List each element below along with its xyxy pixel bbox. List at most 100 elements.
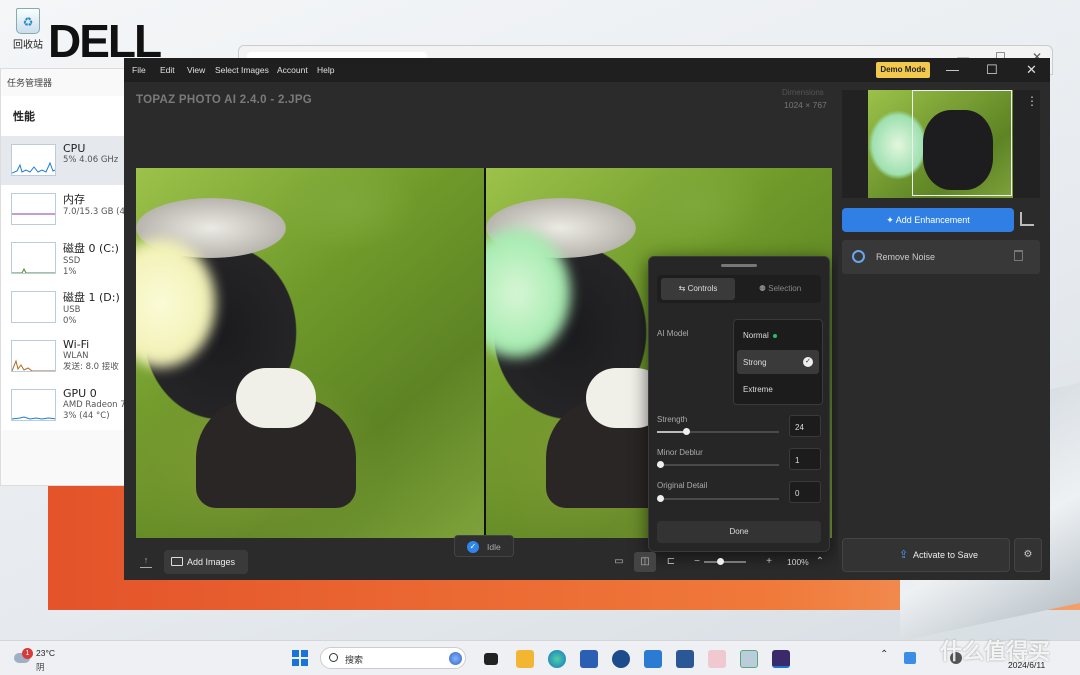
- item-detail: 1%: [63, 267, 77, 277]
- item-detail: WLAN: [63, 351, 89, 361]
- model-option-normal[interactable]: Normal: [737, 323, 819, 347]
- save-settings-icon[interactable]: ⚙: [1014, 538, 1042, 572]
- item-name: 磁盘 1 (D:): [63, 291, 120, 304]
- start-tile: [301, 659, 308, 666]
- ai-model-label: AI Model: [657, 329, 689, 338]
- performance-heading: 性能: [1, 96, 129, 136]
- add-images-label: Add Images: [187, 557, 236, 567]
- original-detail-input[interactable]: 0: [789, 481, 821, 503]
- performance-item[interactable]: GPU 0AMD Radeon 780M3% (44 °C): [1, 381, 129, 430]
- recycle-bin[interactable]: ♻ 回收站: [10, 8, 46, 51]
- zoom-slider-handle[interactable]: [717, 558, 724, 565]
- original-detail-slider[interactable]: [657, 495, 779, 502]
- item-detail: 3% (44 °C): [63, 411, 110, 421]
- menu-select-images[interactable]: Select Images: [215, 65, 269, 75]
- tab-selection[interactable]: ⚉ Selection: [743, 278, 817, 300]
- edge-browser-icon[interactable]: [548, 650, 566, 668]
- model-option-extreme[interactable]: Extreme: [737, 377, 819, 401]
- tray-chevron-icon[interactable]: ⌃: [880, 649, 888, 660]
- slider-handle[interactable]: [657, 495, 664, 502]
- file-explorer-icon[interactable]: [516, 650, 534, 668]
- crop-icon[interactable]: [1020, 212, 1034, 226]
- task-manager-icon[interactable]: [740, 650, 758, 668]
- word-icon[interactable]: [676, 650, 694, 668]
- minor-deblur-input[interactable]: 1: [789, 448, 821, 470]
- model-option-label: Normal: [743, 331, 769, 340]
- slider-handle[interactable]: [683, 428, 690, 435]
- image-canvas[interactable]: TOPAZ PHOTO AI 2.4.0 - 2.JPG Dimensions …: [124, 82, 838, 580]
- demo-mode-badge[interactable]: Demo Mode: [876, 62, 930, 78]
- task-manager-window: 任务管理器 性能 CPU5% 4.06 GHz内存7.0/15.3 GB (46…: [0, 68, 130, 486]
- temperature: 23°C: [36, 648, 55, 658]
- weather-widget[interactable]: 1 23°C 阴: [12, 647, 62, 673]
- store-icon[interactable]: [580, 650, 598, 668]
- activate-label: Activate to Save: [913, 550, 979, 560]
- item-detail: 5% 4.06 GHz: [63, 155, 119, 165]
- maximize-icon[interactable]: ☐: [986, 62, 998, 78]
- performance-item[interactable]: Wi-Fi WLAN 发送: 8.0 接收: [1, 332, 129, 381]
- original-image-view[interactable]: [136, 168, 484, 538]
- zoom-in-icon[interactable]: +: [762, 555, 776, 569]
- single-view-icon[interactable]: ▭: [612, 555, 626, 569]
- navigator-thumbnail[interactable]: [842, 90, 1040, 198]
- performance-item[interactable]: 内存7.0/15.3 GB (46%): [1, 185, 129, 234]
- close-icon[interactable]: ✕: [1026, 62, 1037, 78]
- more-options-icon[interactable]: ⋮: [1026, 94, 1038, 108]
- performance-item[interactable]: CPU 5% 4.06 GHz: [1, 136, 129, 185]
- image-viewer-icon[interactable]: [708, 650, 726, 668]
- minor-deblur-slider[interactable]: [657, 461, 779, 468]
- slider-handle[interactable]: [657, 461, 664, 468]
- drag-handle[interactable]: [721, 264, 757, 267]
- document-title: TOPAZ PHOTO AI 2.4.0 - 2.JPG: [136, 94, 313, 106]
- app-icon[interactable]: [644, 650, 662, 668]
- checkmark-icon: ✓: [803, 357, 813, 367]
- activate-to-save-button[interactable]: ⇪ Activate to Save: [842, 538, 1010, 572]
- copilot-icon[interactable]: [449, 652, 462, 665]
- side-by-side-view-icon[interactable]: ◫: [634, 552, 656, 572]
- taskbar-search[interactable]: 搜索: [320, 647, 466, 669]
- export-icon[interactable]: ↑: [140, 556, 152, 568]
- performance-item[interactable]: 磁盘 1 (D:) USB 0%: [1, 283, 129, 332]
- chevron-up-icon[interactable]: ⌃: [813, 555, 827, 569]
- dimensions-value: 1024 × 767: [784, 100, 827, 110]
- performance-item[interactable]: 磁盘 0 (C:) SSD 1%: [1, 234, 129, 283]
- task-view-icon[interactable]: [484, 653, 498, 665]
- menu-edit[interactable]: Edit: [160, 65, 175, 75]
- zoom-level[interactable]: 100%: [787, 557, 809, 567]
- minimize-icon[interactable]: —: [946, 62, 959, 77]
- watermark: 什么值得买: [940, 640, 1051, 665]
- strength-slider[interactable]: [657, 428, 779, 435]
- strength-input[interactable]: 24: [789, 415, 821, 437]
- add-enhancement-button[interactable]: ✦ Add Enhancement: [842, 208, 1014, 232]
- recycle-bin-label: 回收站: [13, 40, 43, 51]
- item-detail: SSD: [63, 256, 81, 266]
- filter-remove-noise[interactable]: Remove Noise: [842, 240, 1040, 274]
- usage-graph: [11, 242, 56, 274]
- menu-file[interactable]: File: [132, 65, 146, 75]
- dell-app-icon[interactable]: [612, 650, 630, 668]
- zoom-slider[interactable]: [704, 561, 746, 563]
- task-manager-title: 任务管理器: [7, 79, 53, 89]
- filter-label: Remove Noise: [876, 252, 936, 262]
- menu-account[interactable]: Account: [277, 65, 308, 75]
- image-icon: [171, 557, 183, 566]
- topaz-photo-ai-window: File Edit View Select Images Account Hel…: [124, 58, 1050, 580]
- original-detail-label: Original Detail: [657, 481, 708, 490]
- menu-view[interactable]: View: [187, 65, 205, 75]
- minor-deblur-label: Minor Deblur: [657, 448, 703, 457]
- search-placeholder: 搜索: [345, 656, 364, 666]
- trash-icon[interactable]: [1014, 250, 1023, 261]
- subject-hands: [236, 368, 316, 428]
- tab-controls[interactable]: ⇆ Controls: [661, 278, 735, 300]
- model-option-strong[interactable]: Strong ✓: [737, 350, 819, 374]
- item-detail: 7.0/15.3 GB (46%): [63, 207, 129, 217]
- zoom-out-icon[interactable]: −: [690, 555, 704, 569]
- split-view-icon[interactable]: ⊏: [664, 555, 678, 569]
- menu-help[interactable]: Help: [317, 65, 334, 75]
- start-button[interactable]: [292, 650, 308, 666]
- tray-app-icon[interactable]: [904, 652, 916, 664]
- add-images-button[interactable]: Add Images: [164, 550, 248, 574]
- topaz-photo-ai-icon[interactable]: [772, 650, 790, 668]
- item-name: Wi-Fi: [63, 338, 90, 351]
- viewport-frame[interactable]: [912, 90, 1012, 196]
